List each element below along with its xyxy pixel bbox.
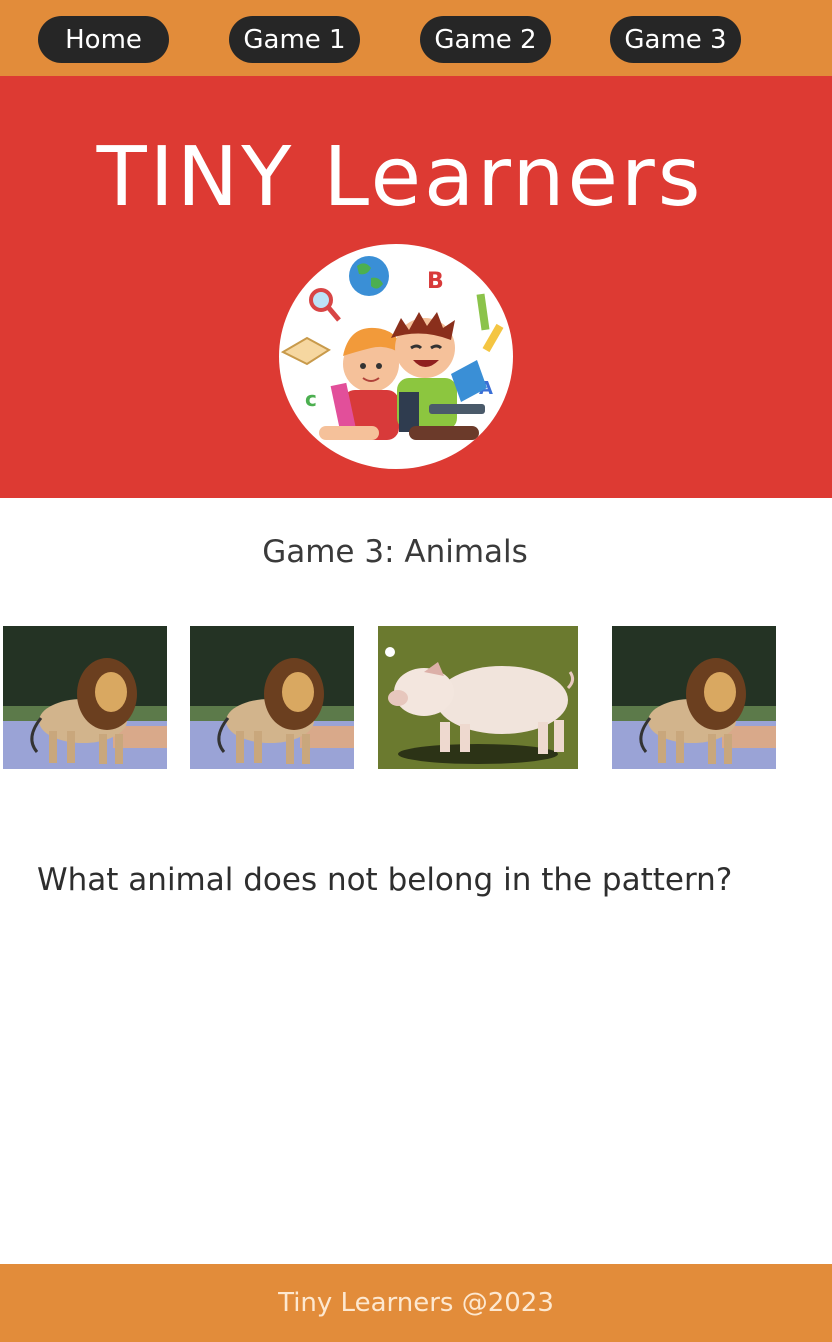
lion-icon	[612, 626, 776, 769]
nav-game2-button[interactable]: Game 2	[420, 16, 551, 63]
pig-icon	[378, 626, 578, 769]
top-nav: Home Game 1 Game 2 Game 3	[0, 0, 832, 76]
svg-text:B: B	[427, 269, 444, 294]
hero-banner: TINY Learners B c A	[0, 76, 832, 498]
answer-option-lion-2[interactable]	[190, 626, 354, 769]
kids-learning-logo-icon: B c A	[279, 244, 513, 469]
answer-option-lion-1[interactable]	[3, 626, 167, 769]
lion-icon	[190, 626, 354, 769]
question-text: What animal does not belong in the patte…	[37, 862, 733, 898]
site-title: TINY Learners	[96, 130, 704, 225]
nav-game3-button[interactable]: Game 3	[610, 16, 741, 63]
lion-icon	[3, 626, 167, 769]
nav-home-button[interactable]: Home	[38, 16, 169, 63]
svg-text:c: c	[305, 387, 317, 411]
footer-text: Tiny Learners @2023	[278, 1288, 554, 1318]
nav-game1-button[interactable]: Game 1	[229, 16, 360, 63]
game-title: Game 3: Animals	[262, 534, 528, 570]
answer-option-pig[interactable]	[378, 626, 578, 769]
footer: Tiny Learners @2023	[0, 1264, 832, 1342]
answer-option-lion-3[interactable]	[612, 626, 776, 769]
